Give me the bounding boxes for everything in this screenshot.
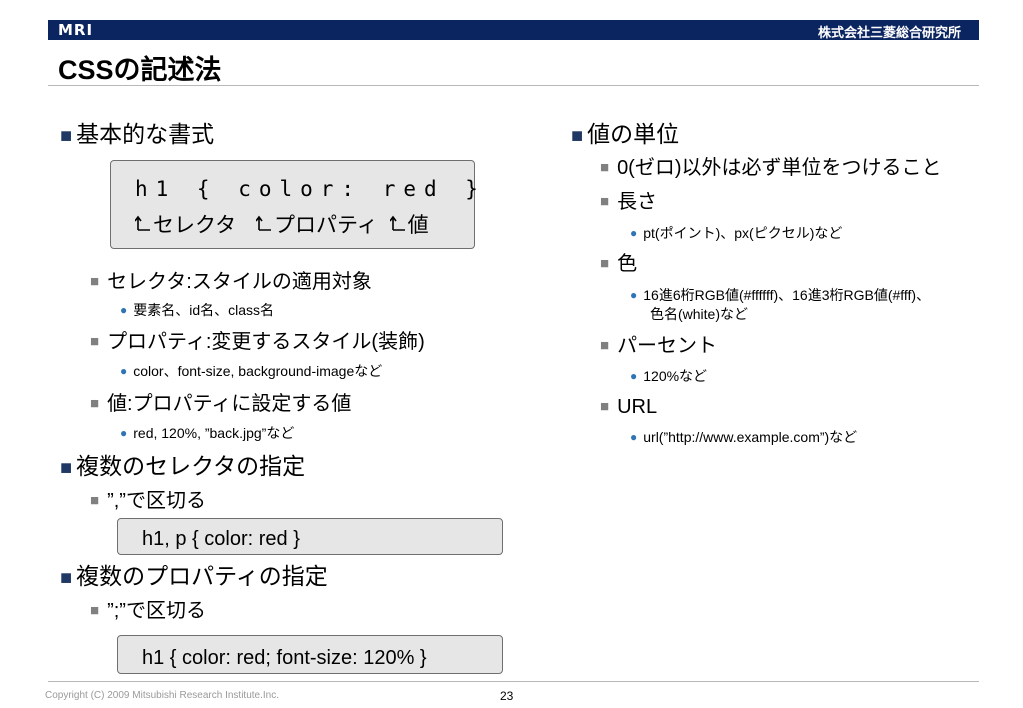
url-subitem: ● url(”http://www.example.com”)など [630, 429, 858, 445]
slide-title: CSSの記述法 [58, 55, 222, 85]
title-divider [48, 85, 979, 86]
company-logo: MRI [58, 21, 94, 39]
square-bullet-icon: ■ [600, 193, 610, 210]
square-bullet-icon: ■ [90, 602, 100, 619]
syntax-code-box: h1 { color: red } セレクタ プロパティ 値 [110, 160, 478, 249]
color-item: ■ 色 [600, 253, 638, 275]
square-bullet-icon: ■ [60, 567, 73, 589]
length-item: ■ 長さ [600, 191, 658, 213]
syntax-code-line: h1 { color: red } [135, 177, 486, 201]
url-item: ■ URL [600, 396, 658, 418]
dot-bullet-icon: ● [120, 303, 128, 317]
semicolon-code: h1 { color: red; font-size: 120% } [142, 647, 427, 669]
comma-code-box: h1, p { color: red } [117, 518, 503, 555]
square-bullet-icon: ■ [60, 457, 73, 479]
dot-bullet-icon: ● [630, 288, 638, 302]
selector-subitem: ● 要素名、id名、class名 [120, 302, 275, 318]
square-bullet-icon: ■ [90, 273, 100, 290]
square-bullet-icon: ■ [90, 395, 100, 412]
square-bullet-icon: ■ [90, 333, 100, 350]
value-item: ■ 値:プロパティに設定する値 [90, 393, 352, 415]
corner-arrow-icon [388, 214, 408, 238]
value-annotation: 値 [407, 214, 429, 237]
property-subitem: ● color、font-size, background-imageなど [120, 363, 383, 379]
semicolon-code-box: h1 { color: red; font-size: 120% } [117, 635, 503, 674]
heading-multi-selector: ■ 複数のセレクタの指定 [60, 453, 306, 479]
value-subitem: ● red, 120%, ”back.jpg”など [120, 425, 295, 441]
corner-arrow-icon [134, 214, 153, 238]
square-bullet-icon: ■ [90, 492, 100, 509]
heading-multi-property: ■ 複数のプロパティの指定 [60, 563, 328, 589]
heading-units: ■ 値の単位 [571, 121, 680, 147]
heading-basic-format: ■ 基本的な書式 [60, 121, 215, 147]
property-annotation: プロパティ [274, 214, 378, 237]
square-bullet-icon: ■ [571, 125, 584, 147]
comma-item: ■ ”,”で区切る [90, 490, 206, 512]
square-bullet-icon: ■ [60, 125, 73, 147]
copyright-text: Copyright (C) 2009 Mitsubishi Research I… [45, 690, 279, 701]
length-subitem: ● pt(ポイント)、px(ピクセル)など [630, 225, 843, 241]
dot-bullet-icon: ● [120, 364, 128, 378]
dot-bullet-icon: ● [120, 426, 128, 440]
comma-code: h1, p { color: red } [142, 528, 300, 550]
property-item: ■ プロパティ:変更するスタイル(装飾) [90, 331, 425, 353]
corner-arrow-icon [255, 214, 274, 238]
dot-bullet-icon: ● [630, 226, 638, 240]
color-subitem-cont: 色名(white)など [650, 306, 749, 322]
color-subitem: ● 16進6桁RGB値(#ffffff)、16進3桁RGB値(#fff)、 [630, 287, 931, 303]
percent-subitem: ● 120%など [630, 368, 708, 384]
percent-item: ■ パーセント [600, 335, 718, 357]
dot-bullet-icon: ● [630, 369, 638, 383]
dot-bullet-icon: ● [630, 430, 638, 444]
page-number: 23 [500, 689, 514, 703]
selector-item: ■ セレクタ:スタイルの適用対象 [90, 271, 372, 293]
semicolon-item: ■ ”;”で区切る [90, 600, 206, 622]
company-name: 株式会社三菱総合研究所 [817, 25, 961, 40]
square-bullet-icon: ■ [600, 159, 610, 176]
syntax-annotations: セレクタ プロパティ 値 [134, 209, 429, 239]
square-bullet-icon: ■ [600, 255, 610, 272]
square-bullet-icon: ■ [600, 398, 610, 415]
square-bullet-icon: ■ [600, 337, 610, 354]
footer-divider [48, 681, 979, 682]
zero-item: ■ 0(ゼロ)以外は必ず単位をつけること [600, 157, 942, 179]
selector-annotation: セレクタ [153, 214, 237, 237]
